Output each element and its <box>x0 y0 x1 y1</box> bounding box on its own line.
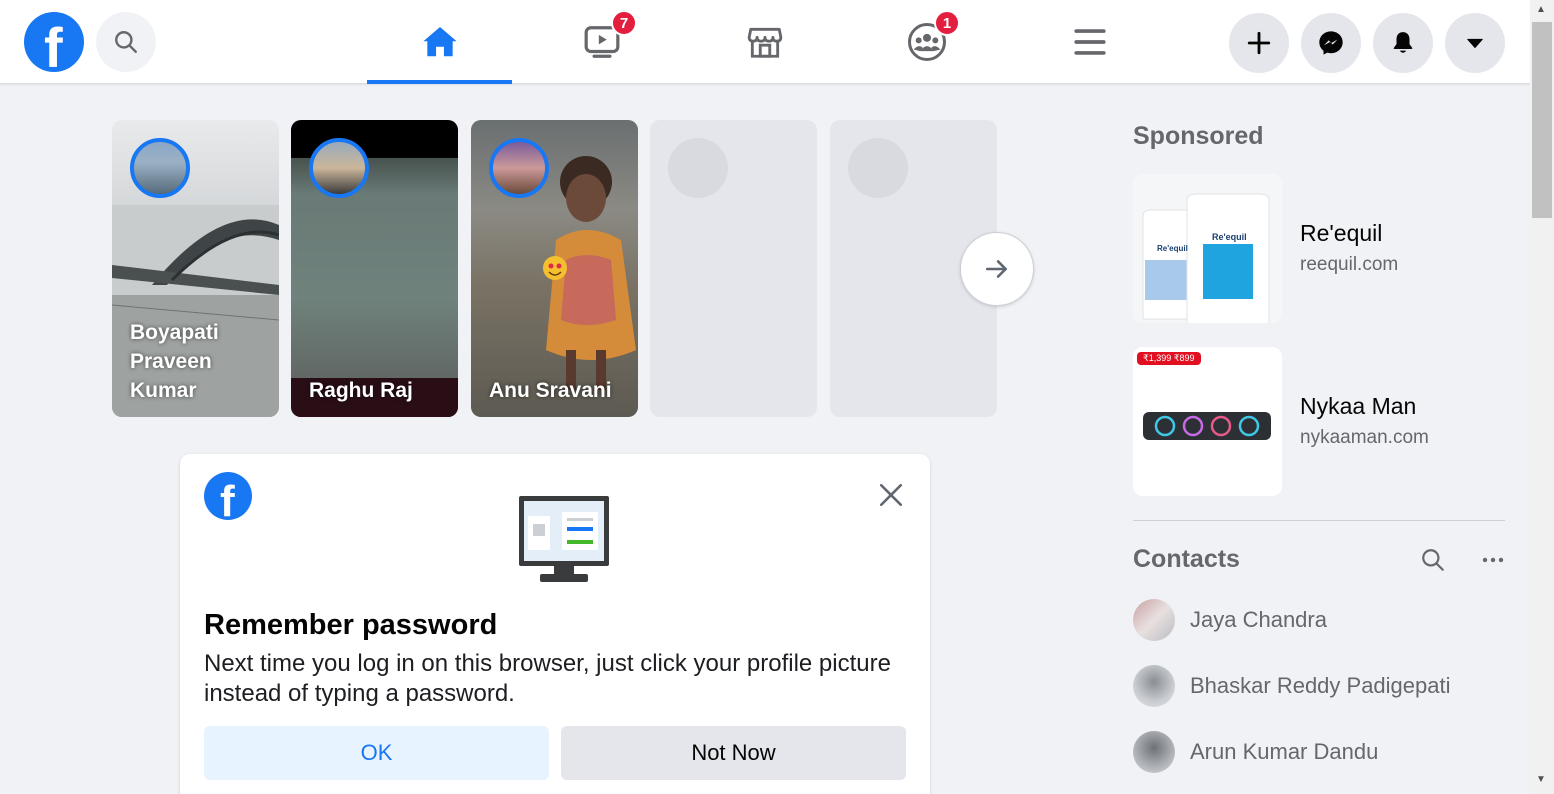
facebook-logo[interactable]: f <box>24 12 84 72</box>
caret-down-icon <box>1467 38 1483 49</box>
story-card[interactable]: Anu Sravani <box>471 120 638 417</box>
notifications-button[interactable] <box>1373 13 1433 73</box>
contacts-heading: Contacts <box>1133 545 1240 573</box>
monitor-illustration <box>519 496 609 582</box>
reequil-label-small: Re'equil <box>1157 244 1188 253</box>
tab-marketplace[interactable] <box>692 0 837 84</box>
ad-thumbnail: ₹1,399 ₹899 <box>1133 347 1282 496</box>
tab-menu[interactable] <box>1017 0 1162 84</box>
create-button[interactable] <box>1229 13 1289 73</box>
tab-groups[interactable]: 1 <box>854 0 999 84</box>
story-author-name: Raghu Raj <box>309 379 413 402</box>
price-tag: ₹1,399 ₹899 <box>1137 352 1201 365</box>
contacts-search-button[interactable] <box>1413 540 1453 580</box>
reequil-product-image <box>1133 174 1282 323</box>
scroll-up-arrow-icon[interactable]: ▲ <box>1536 4 1546 15</box>
tab-watch[interactable]: 7 <box>529 0 674 84</box>
avatar <box>1133 731 1175 773</box>
scrollbar-thumb[interactable] <box>1532 22 1552 218</box>
contacts-options-button[interactable] <box>1473 540 1513 580</box>
story-author-name: Boyapati Praveen Kumar <box>130 321 219 402</box>
facebook-logo-letter: f <box>220 477 235 521</box>
search-button[interactable] <box>96 12 156 72</box>
stories-next-button[interactable] <box>960 232 1034 306</box>
close-button[interactable] <box>874 478 908 512</box>
soundbar-product-image <box>1133 347 1282 496</box>
contact-name: Arun Kumar Dandu <box>1190 739 1379 764</box>
contact-item[interactable]: Arun Kumar Dandu <box>1133 727 1505 777</box>
ad-url: reequil.com <box>1300 254 1399 275</box>
search-icon <box>115 31 137 53</box>
not-now-button[interactable]: Not Now <box>561 726 906 780</box>
facebook-logo: f <box>204 472 252 520</box>
story-card[interactable]: Raghu Raj <box>291 120 458 417</box>
story-author-name: Anu Sravani <box>489 379 612 402</box>
ad-thumbnail: Re'equil Re'equil <box>1133 174 1282 323</box>
top-navigation-bar: f 7 1 <box>0 0 1530 84</box>
contact-name: Jaya Chandra <box>1190 607 1327 632</box>
sponsored-heading: Sponsored <box>1133 122 1264 150</box>
story-placeholder <box>650 120 817 417</box>
account-menu-button[interactable] <box>1445 13 1505 73</box>
avatar <box>130 138 190 198</box>
messenger-button[interactable] <box>1301 13 1361 73</box>
placeholder-avatar <box>848 138 908 198</box>
home-icon <box>422 26 457 57</box>
store-icon <box>747 27 782 58</box>
facebook-logo-letter: f <box>44 16 63 73</box>
sponsored-ad[interactable]: Re'equil Re'equil Re'equil reequil.com <box>1133 174 1505 324</box>
placeholder-avatar <box>668 138 728 198</box>
plus-icon <box>1247 31 1271 55</box>
dialog-description: Next time you log in on this browser, ju… <box>204 650 891 707</box>
avatar <box>1133 665 1175 707</box>
search-icon <box>1422 549 1444 571</box>
avatar <box>489 138 549 198</box>
messenger-icon <box>1319 31 1343 55</box>
arrow-right-icon <box>985 260 1007 278</box>
contact-item[interactable]: Jaya Chandra <box>1133 595 1505 645</box>
ad-url: nykaaman.com <box>1300 427 1429 448</box>
dialog-title: Remember password <box>204 609 498 641</box>
avatar <box>1133 599 1175 641</box>
page-scrollbar[interactable]: ▲ ▼ <box>1530 0 1554 794</box>
ok-button[interactable]: OK <box>204 726 549 780</box>
scroll-down-arrow-icon[interactable]: ▼ <box>1536 774 1546 785</box>
ad-title: Re'equil <box>1300 220 1383 246</box>
more-horizontal-icon <box>1482 557 1504 563</box>
bell-icon <box>1393 32 1413 53</box>
hamburger-menu-icon <box>1073 29 1106 55</box>
section-divider <box>1133 520 1505 521</box>
close-icon <box>879 483 903 507</box>
story-card[interactable]: Boyapati Praveen Kumar <box>112 120 279 417</box>
tab-home[interactable] <box>367 0 512 84</box>
sponsored-ad[interactable]: ₹1,399 ₹899 Nykaa Man nykaaman.com <box>1133 347 1505 497</box>
reequil-label-large: Re'equil <box>1212 232 1247 242</box>
ad-title: Nykaa Man <box>1300 393 1417 419</box>
contact-item[interactable]: Bhaskar Reddy Padigepati <box>1133 661 1505 711</box>
avatar <box>309 138 369 198</box>
contact-name: Bhaskar Reddy Padigepati <box>1190 673 1451 698</box>
watch-notification-badge: 7 <box>611 10 637 36</box>
groups-notification-badge: 1 <box>934 10 960 36</box>
remember-password-card: f Remember password Next time you log in… <box>180 454 930 794</box>
